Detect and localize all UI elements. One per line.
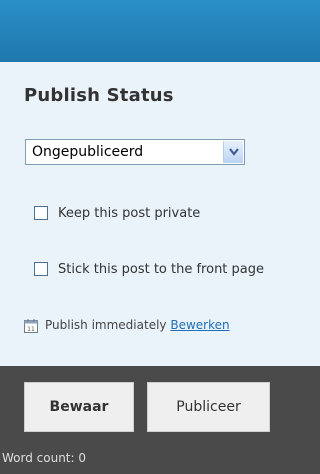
- save-button[interactable]: Bewaar: [24, 382, 134, 432]
- sticky-checkbox[interactable]: [34, 262, 48, 276]
- edit-schedule-link[interactable]: Bewerken: [170, 318, 229, 332]
- word-count: Word count: 0: [2, 451, 87, 465]
- private-checkbox-label: Keep this post private: [58, 206, 201, 221]
- publish-button[interactable]: Publiceer: [147, 382, 270, 432]
- private-checkbox[interactable]: [34, 206, 48, 220]
- status-select-value: Ongepubliceerd: [32, 144, 144, 160]
- calendar-icon: 11: [24, 319, 38, 333]
- header-bar: [0, 0, 320, 62]
- chevron-down-icon: [229, 148, 239, 156]
- sticky-checkbox-label: Stick this post to the front page: [58, 262, 265, 277]
- svg-text:11: 11: [27, 326, 35, 333]
- publish-schedule-text: Publish immediately: [45, 318, 167, 332]
- panel-title: Publish Status: [24, 85, 174, 106]
- select-dropdown-button[interactable]: [223, 141, 243, 163]
- status-select[interactable]: Ongepubliceerd: [25, 139, 245, 165]
